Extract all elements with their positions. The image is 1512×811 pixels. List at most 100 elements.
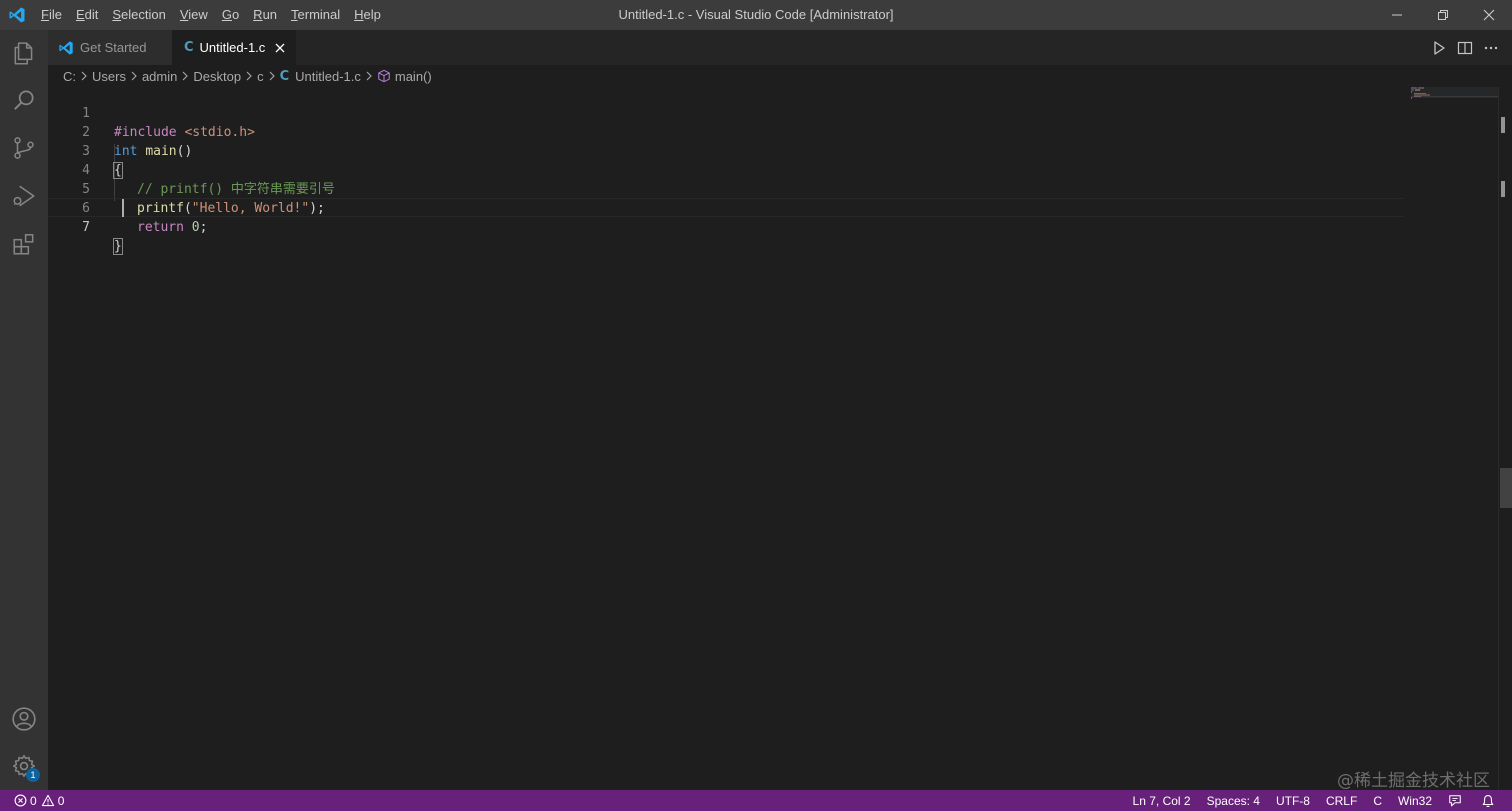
breadcrumb-item-desktop[interactable]: Desktop — [193, 69, 241, 84]
chevron-right-icon — [80, 71, 88, 81]
breadcrumb-file-label: Untitled-1.c — [295, 68, 361, 84]
code-line[interactable]: 4 // printf() 中字符串需要引号 — [48, 142, 1404, 197]
play-icon — [1434, 40, 1445, 55]
tab-get-started[interactable]: Get Started — [48, 30, 172, 65]
menu-help[interactable]: Help — [347, 0, 388, 30]
breadcrumb-item-drive[interactable]: C: — [63, 69, 76, 84]
menu-terminal[interactable]: Terminal — [284, 0, 347, 30]
end-of-line-selector[interactable]: CRLF — [1318, 790, 1365, 811]
number-literal: 0 — [191, 220, 200, 235]
chevron-right-icon — [130, 71, 138, 81]
close-icon — [1483, 9, 1495, 21]
minimap[interactable] — [1408, 87, 1499, 790]
explorer-button[interactable] — [0, 30, 48, 78]
minimize-icon — [1392, 14, 1402, 16]
split-editor-button[interactable] — [1452, 35, 1478, 61]
notifications-button[interactable] — [1473, 790, 1506, 811]
search-icon — [14, 90, 34, 110]
breadcrumb-symbol-label: main() — [394, 68, 432, 84]
chevron-right-icon — [245, 71, 253, 81]
status-bar: 0 0 Ln 7, Col 2 Spaces: 4 UTF-8 CRLF C W… — [0, 790, 1512, 811]
warning-count: 0 — [57, 793, 65, 808]
menu-run[interactable]: Run — [246, 0, 284, 30]
problems-indicator[interactable]: 0 0 — [8, 790, 72, 811]
title-bar: File Edit Selection View Go Run Terminal… — [0, 0, 1512, 30]
chevron-right-icon — [268, 71, 276, 81]
search-button[interactable] — [0, 76, 48, 124]
error-icon — [14, 794, 27, 807]
notification-badge: 1 — [26, 768, 40, 782]
bell-icon — [1482, 794, 1494, 807]
line-number: 7 — [82, 220, 90, 235]
run-and-debug-button[interactable] — [0, 172, 48, 220]
source-control-icon — [14, 137, 34, 159]
method-cube-icon — [378, 69, 390, 83]
error-count: 0 — [30, 793, 37, 808]
window-controls — [1374, 0, 1512, 30]
run-debug-icon — [13, 185, 35, 207]
punctuation: ; — [199, 220, 208, 235]
tab-label: Untitled-1.c — [199, 40, 266, 55]
menu-file[interactable]: File — [34, 0, 69, 30]
feedback-icon — [1449, 794, 1461, 806]
code-line[interactable]: 3 { — [48, 123, 1404, 179]
tab-close-button[interactable] — [275, 43, 285, 53]
menu-go[interactable]: Go — [215, 0, 246, 30]
activity-bar: 1 — [0, 30, 48, 790]
accounts-button[interactable] — [0, 695, 48, 743]
close-icon — [275, 43, 285, 52]
platform-configuration[interactable]: Win32 — [1390, 790, 1440, 811]
close-window-button[interactable] — [1466, 0, 1512, 30]
source-control-button[interactable] — [0, 124, 48, 172]
breadcrumb-item-symbol[interactable]: main() — [377, 69, 432, 84]
more-actions-button[interactable] — [1478, 35, 1504, 61]
split-editor-icon — [1457, 41, 1473, 54]
ellipsis-icon — [1484, 46, 1498, 49]
minimap-preview — [1411, 87, 1499, 99]
extensions-icon — [13, 234, 34, 255]
extensions-button[interactable] — [0, 220, 48, 268]
chevron-right-icon — [181, 71, 189, 81]
indentation-setting[interactable]: Spaces: 4 — [1199, 790, 1268, 811]
menu-bar: File Edit Selection View Go Run Terminal… — [34, 0, 388, 30]
breadcrumb-item-users[interactable]: Users — [92, 69, 126, 84]
chevron-right-icon — [365, 71, 373, 81]
restore-button[interactable] — [1420, 0, 1466, 30]
keyword: return — [137, 220, 184, 235]
code-line-current[interactable]: 7 } — [48, 198, 1404, 255]
breadcrumb-item-folder-c[interactable]: c — [257, 69, 264, 84]
cursor-position[interactable]: Ln 7, Col 2 — [1125, 790, 1199, 811]
breadcrumb-item-file[interactable]: C Untitled-1.c — [280, 69, 361, 84]
code-line[interactable]: 6 return 0; — [48, 180, 1404, 235]
account-icon — [12, 707, 36, 731]
menu-selection[interactable]: Selection — [105, 0, 172, 30]
scrollbar-thumb[interactable] — [1500, 468, 1512, 508]
warning-icon — [41, 794, 54, 807]
code-line[interactable]: 5 printf("Hello, World!"); — [48, 161, 1404, 216]
breadcrumb: C: Users admin Desktop c C Untitled-1.c … — [48, 65, 1512, 87]
text-cursor — [122, 199, 124, 217]
feedback-button[interactable] — [1440, 790, 1473, 811]
watermark: @稀土掘金技术社区 — [1337, 771, 1490, 791]
encoding-selector[interactable]: UTF-8 — [1268, 790, 1318, 811]
close-brace: } — [113, 238, 123, 255]
minimize-button[interactable] — [1374, 0, 1420, 30]
tab-bar: Get Started C Untitled-1.c — [48, 30, 1512, 65]
vscode-logo-icon — [0, 0, 34, 30]
c-file-icon: C — [279, 68, 290, 84]
overview-ruler-mark — [1501, 117, 1505, 133]
code-line[interactable]: 2 int main() — [48, 104, 1404, 159]
editor-actions — [1426, 30, 1512, 65]
run-code-button[interactable] — [1426, 35, 1452, 61]
language-mode-selector[interactable]: C — [1365, 790, 1390, 811]
code-line[interactable]: 1 #include <stdio.h> — [48, 85, 1404, 140]
tab-untitled-1-c[interactable]: C Untitled-1.c — [172, 30, 296, 65]
breadcrumb-item-admin[interactable]: admin — [142, 69, 177, 84]
manage-button[interactable]: 1 — [0, 742, 48, 790]
menu-view[interactable]: View — [173, 0, 215, 30]
code-editor[interactable]: 1 #include <stdio.h> 2 int main() 3 { 4 … — [48, 87, 1512, 790]
tab-label: Get Started — [80, 40, 147, 55]
overview-ruler-mark — [1501, 181, 1505, 197]
files-icon — [14, 42, 33, 65]
menu-edit[interactable]: Edit — [69, 0, 105, 30]
